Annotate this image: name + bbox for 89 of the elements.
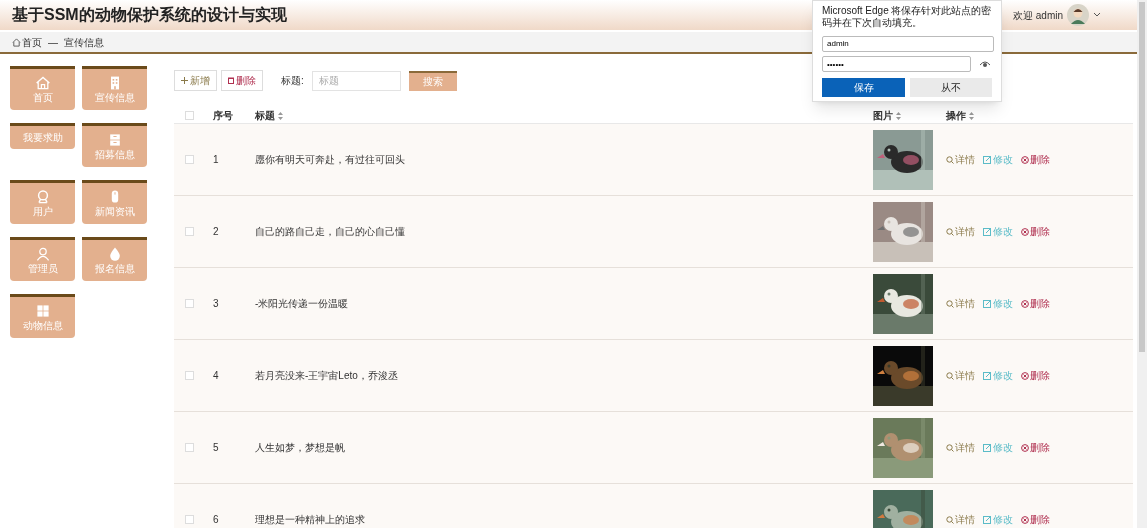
delete-icon xyxy=(1021,515,1029,524)
search-icon xyxy=(946,299,954,308)
column-header[interactable]: 图片 xyxy=(873,108,893,123)
delete-link[interactable]: 删除 xyxy=(1021,152,1050,167)
grid-icon xyxy=(34,303,51,319)
checkbox[interactable] xyxy=(184,299,194,308)
user-icon xyxy=(34,246,51,262)
search-icon xyxy=(946,371,954,380)
delete-icon xyxy=(1021,155,1029,164)
menu-label: 我要求助 xyxy=(22,131,63,144)
checkbox[interactable] xyxy=(184,155,194,164)
app-title: 基于SSM的动物保护系统的设计与实现 xyxy=(12,5,287,25)
table-cell: -米阳光传递一份温暖 xyxy=(255,298,349,309)
delete-icon xyxy=(1021,371,1029,380)
delete-link[interactable]: 删除 xyxy=(1021,368,1050,383)
checkbox[interactable] xyxy=(184,371,194,380)
table-cell: 3 xyxy=(213,298,219,309)
welcome-text: 欢迎 admin xyxy=(1013,8,1063,23)
detail-link[interactable]: 详情 xyxy=(946,296,975,311)
search-label: 标题: xyxy=(281,74,304,88)
delete-icon xyxy=(1021,299,1029,308)
search-icon xyxy=(946,515,954,524)
edit-icon xyxy=(983,227,992,236)
dialog-message: Microsoft Edge 将保存针对此站点的密码并在下次自动填充。 xyxy=(822,5,992,29)
edit-icon xyxy=(983,515,992,524)
menu-label: 报名信息 xyxy=(94,263,135,275)
table-cell: 若月亮没来-王宇宙Leto，乔浚丞 xyxy=(255,370,398,381)
scrollbar-thumb[interactable] xyxy=(1139,2,1145,352)
menu-label: 首页 xyxy=(32,92,53,104)
column-header[interactable]: 操作 xyxy=(946,108,966,123)
table-cell: 2 xyxy=(213,226,219,237)
menu-label: 用户 xyxy=(32,206,53,218)
table-cell: 4 xyxy=(213,370,219,381)
checkbox[interactable] xyxy=(184,515,194,524)
menu-label: 招募信息 xyxy=(94,149,135,161)
edit-icon xyxy=(983,371,992,380)
detail-link[interactable]: 详情 xyxy=(946,224,975,239)
password-field[interactable]: •••••• xyxy=(822,56,971,72)
search-icon xyxy=(946,227,954,236)
table-cell: 5 xyxy=(213,442,219,453)
sort-icon[interactable] xyxy=(969,111,974,120)
table-cell: 自己的路自己走，自己的心自己懂 xyxy=(255,226,405,237)
menu-label: 宣传信息 xyxy=(94,92,135,104)
table-cell: 1 xyxy=(213,154,219,165)
delete-link[interactable]: 删除 xyxy=(1021,440,1050,455)
table-cell: 愿你有明天可奔赴，有过往可回头 xyxy=(255,154,405,165)
avatar-icon[interactable] xyxy=(1067,4,1089,26)
home-icon[interactable] xyxy=(12,37,21,47)
delete-button[interactable]: 删除 xyxy=(221,70,263,91)
add-button[interactable]: 新增 xyxy=(174,70,217,91)
edit-icon xyxy=(983,443,992,452)
table-cell: 6 xyxy=(213,514,219,525)
detail-link[interactable]: 详情 xyxy=(946,440,975,455)
search-icon xyxy=(946,155,954,164)
edit-icon xyxy=(983,299,992,308)
menu-label: 动物信息 xyxy=(22,320,63,332)
never-button[interactable]: 从不 xyxy=(910,78,992,97)
breadcrumb-link[interactable]: 首页 xyxy=(22,34,42,50)
chevron-down-icon[interactable] xyxy=(1093,12,1101,18)
plus-icon xyxy=(181,77,188,84)
menu-label: 新闻资讯 xyxy=(94,206,135,218)
search-field[interactable]: 标题 xyxy=(311,70,401,91)
table-cell: 人生如梦，梦想是帆 xyxy=(255,442,345,453)
checkbox[interactable] xyxy=(184,111,194,120)
delete-link[interactable]: 删除 xyxy=(1021,512,1050,527)
detail-link[interactable]: 详情 xyxy=(946,512,975,527)
table-cell: 理想是一种精神上的追求 xyxy=(255,514,365,525)
delete-icon xyxy=(1021,227,1029,236)
breadcrumb-current: 宣传信息 xyxy=(64,35,104,50)
eye-icon[interactable] xyxy=(979,60,991,68)
column-header: 序号 xyxy=(213,110,233,121)
detail-link[interactable]: 详情 xyxy=(946,368,975,383)
sort-icon[interactable] xyxy=(278,111,283,120)
username-field[interactable]: admin xyxy=(822,35,994,52)
home-icon xyxy=(34,75,51,91)
checkbox[interactable] xyxy=(184,227,194,236)
trash-icon xyxy=(228,77,234,84)
delete-link[interactable]: 删除 xyxy=(1021,224,1050,239)
sort-icon[interactable] xyxy=(896,111,901,120)
detail-link[interactable]: 详情 xyxy=(946,152,975,167)
edit-icon xyxy=(983,155,992,164)
search-icon xyxy=(946,443,954,452)
column-header[interactable]: 标题 xyxy=(255,108,275,123)
breadcrumb-separator: — xyxy=(48,35,58,50)
menu-label: 管理员 xyxy=(27,263,58,275)
checkbox[interactable] xyxy=(184,443,194,452)
delete-icon xyxy=(1021,443,1029,452)
delete-link[interactable]: 删除 xyxy=(1021,296,1050,311)
save-button[interactable]: 保存 xyxy=(822,78,905,97)
